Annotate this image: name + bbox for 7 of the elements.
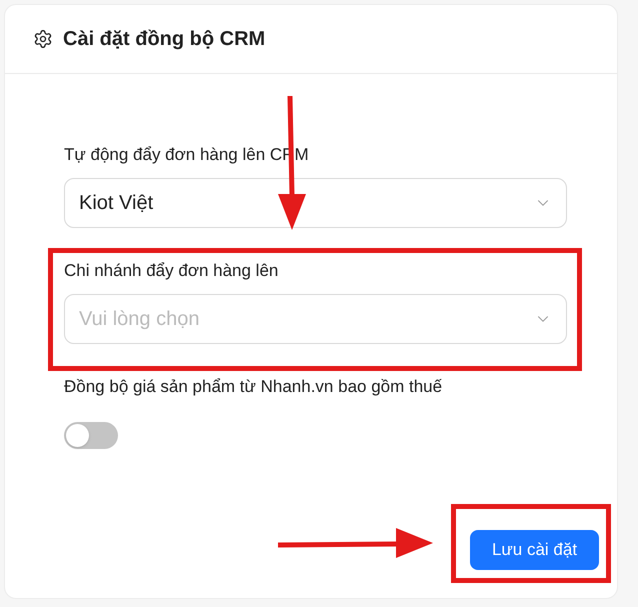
field-label: Đồng bộ giá sản phẩm từ Nhanh.vn bao gồm thuế (64, 376, 444, 398)
select-field[interactable]: Kiot Việt (64, 178, 567, 228)
toggle-switch[interactable] (64, 422, 118, 449)
card-title: Cài đặt đồng bộ CRM (63, 27, 266, 52)
save-button[interactable]: Lưu cài đặt (470, 530, 599, 570)
settings-icon (33, 29, 53, 49)
field-label: Chi nhánh đẩy đơn hàng lên (64, 260, 280, 282)
